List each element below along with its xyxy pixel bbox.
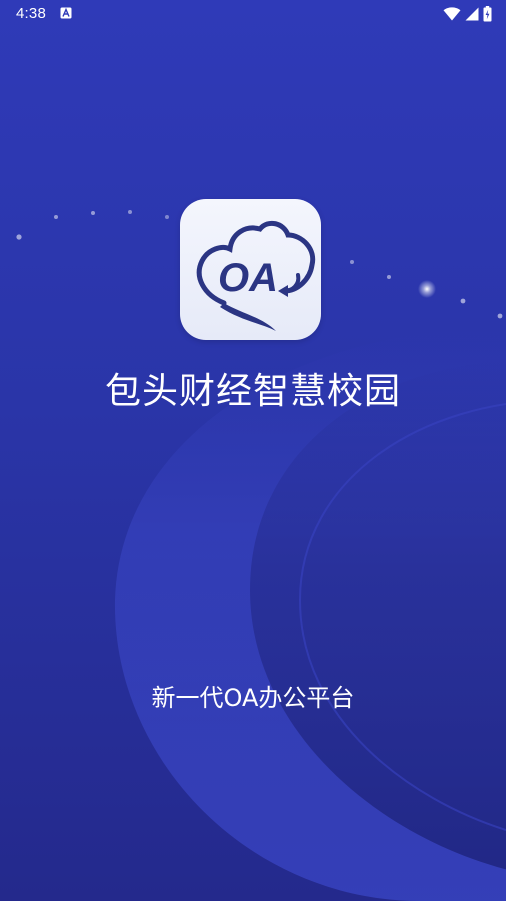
notification-a-icon: [60, 7, 72, 19]
app-subtitle: 新一代OA办公平台: [151, 684, 355, 712]
status-bar: 4:38: [0, 0, 506, 28]
status-time: 4:38: [16, 5, 46, 22]
background-decoration: [16, 210, 506, 901]
glowing-star: [418, 280, 436, 298]
logo-text: OA: [218, 256, 278, 300]
cloud-oa-logo-icon: OA: [196, 220, 316, 331]
wifi-icon: [443, 7, 461, 21]
app-logo: OA: [180, 199, 321, 340]
battery-icon: [483, 6, 492, 22]
splash-screen: 4:38 OA 包头财经智慧校园 新一代OA办公平台: [0, 0, 506, 901]
signal-icon: [465, 7, 479, 21]
app-title: 包头财经智慧校园: [104, 371, 401, 412]
status-icons: [443, 5, 492, 23]
